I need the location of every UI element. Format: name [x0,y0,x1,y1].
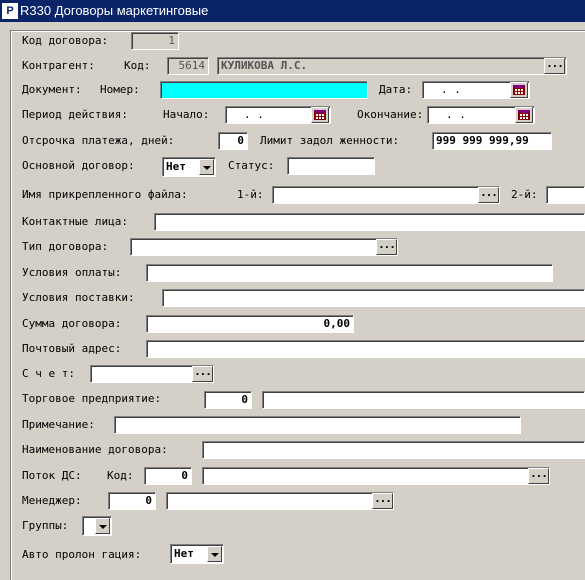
postal-address-field[interactable] [146,340,585,358]
title-bar: P R330 Договоры маркетинговые [0,0,585,22]
contacts-label: Контактные лица: [22,215,128,228]
chevron-down-icon[interactable] [207,546,222,562]
auto-prolong-value: Нет [174,547,194,560]
payment-terms-label: Условия оплаты: [22,266,122,279]
contacts-field[interactable] [154,213,585,231]
cash-flow-code-field[interactable]: 0 [144,467,192,485]
contract-code-label: Код договора: [22,34,109,47]
start-label: Начало: [163,108,210,121]
counterparty-code-field[interactable]: 5614 [167,57,209,75]
main-contract-value: Нет [166,160,186,173]
contract-name-label: Наименование договора: [22,443,168,456]
calendar-icon[interactable] [311,107,329,123]
delivery-terms-label: Условия поставки: [22,291,135,304]
contract-type-ellipsis-button[interactable]: ... [376,239,397,255]
chevron-down-icon[interactable] [199,159,214,175]
deferral-field[interactable]: 0 [218,132,248,150]
deferral-label: Отсрочка платежа, дней: [22,134,175,147]
manager-label: Менеджер: [22,494,82,507]
main-contract-select[interactable]: Нет [162,157,216,177]
contract-name-field[interactable] [202,441,585,459]
attached-file-label: Имя прикрепленного файла: [22,188,188,201]
contract-type-label: Тип договора: [22,240,109,253]
amount-label: Сумма договора: [22,317,122,330]
number-label: Номер: [100,83,140,96]
note-field[interactable] [114,416,521,434]
file1-label: 1-й: [237,188,264,201]
manager-ellipsis-button[interactable]: ... [372,493,393,509]
status-field[interactable] [287,157,375,175]
counterparty-ellipsis-button[interactable]: ... [544,58,565,74]
payment-terms-field[interactable] [146,264,553,282]
contract-code-field[interactable]: 1 [131,32,179,50]
main-contract-label: Основной договор: [22,159,135,172]
number-field[interactable] [160,81,368,99]
period-label: Период действия: [22,108,128,121]
file2-label: 2-й: [511,188,538,201]
manager-code-field[interactable]: 0 [108,492,156,510]
auto-prolong-select[interactable]: Нет [170,544,224,564]
counterparty-name-field[interactable]: КУЛИКОВА Л.С. [217,57,567,75]
groups-label: Группы: [22,519,69,532]
trade-enterprise-label: Торговое предприятие: [22,392,162,405]
contract-type-field[interactable] [130,238,398,256]
auto-prolong-label: Авто пролон гация: [22,548,142,561]
debt-limit-field[interactable]: 999 999 999,99 [432,132,552,150]
manager-name-field[interactable] [166,492,394,510]
counterparty-code-label: Код: [124,59,151,72]
trade-enterprise-code-field[interactable]: 0 [204,391,252,409]
groups-select[interactable] [82,516,112,536]
chevron-down-icon[interactable] [95,518,110,534]
account-label: С ч е т: [22,367,75,380]
calendar-icon[interactable] [510,82,528,98]
end-label: Окончание: [357,108,424,121]
note-label: Примечание: [22,418,95,431]
window-title: R330 Договоры маркетинговые [20,3,209,18]
counterparty-label: Контрагент: [22,59,95,72]
app-icon: P [2,3,18,19]
status-label: Статус: [228,159,275,172]
account-ellipsis-button[interactable]: ... [192,366,213,382]
postal-address-label: Почтовый адрес: [22,342,122,355]
cash-flow-ellipsis-button[interactable]: ... [528,468,549,484]
trade-enterprise-name-field[interactable] [262,391,585,409]
delivery-terms-field[interactable] [162,289,585,307]
file1-field[interactable] [272,186,500,204]
date-label: Дата: [379,83,413,96]
debt-limit-label: Лимит задол женности: [260,134,400,147]
amount-field[interactable]: 0,00 [146,315,354,333]
cash-flow-code-label: Код: [107,469,134,482]
file1-ellipsis-button[interactable]: ... [478,187,499,203]
cash-flow-name-field[interactable] [202,467,550,485]
document-label: Документ: [22,83,82,96]
calendar-icon[interactable] [515,107,533,123]
cash-flow-label: Поток ДС: [22,469,82,482]
file2-field[interactable] [546,186,585,204]
